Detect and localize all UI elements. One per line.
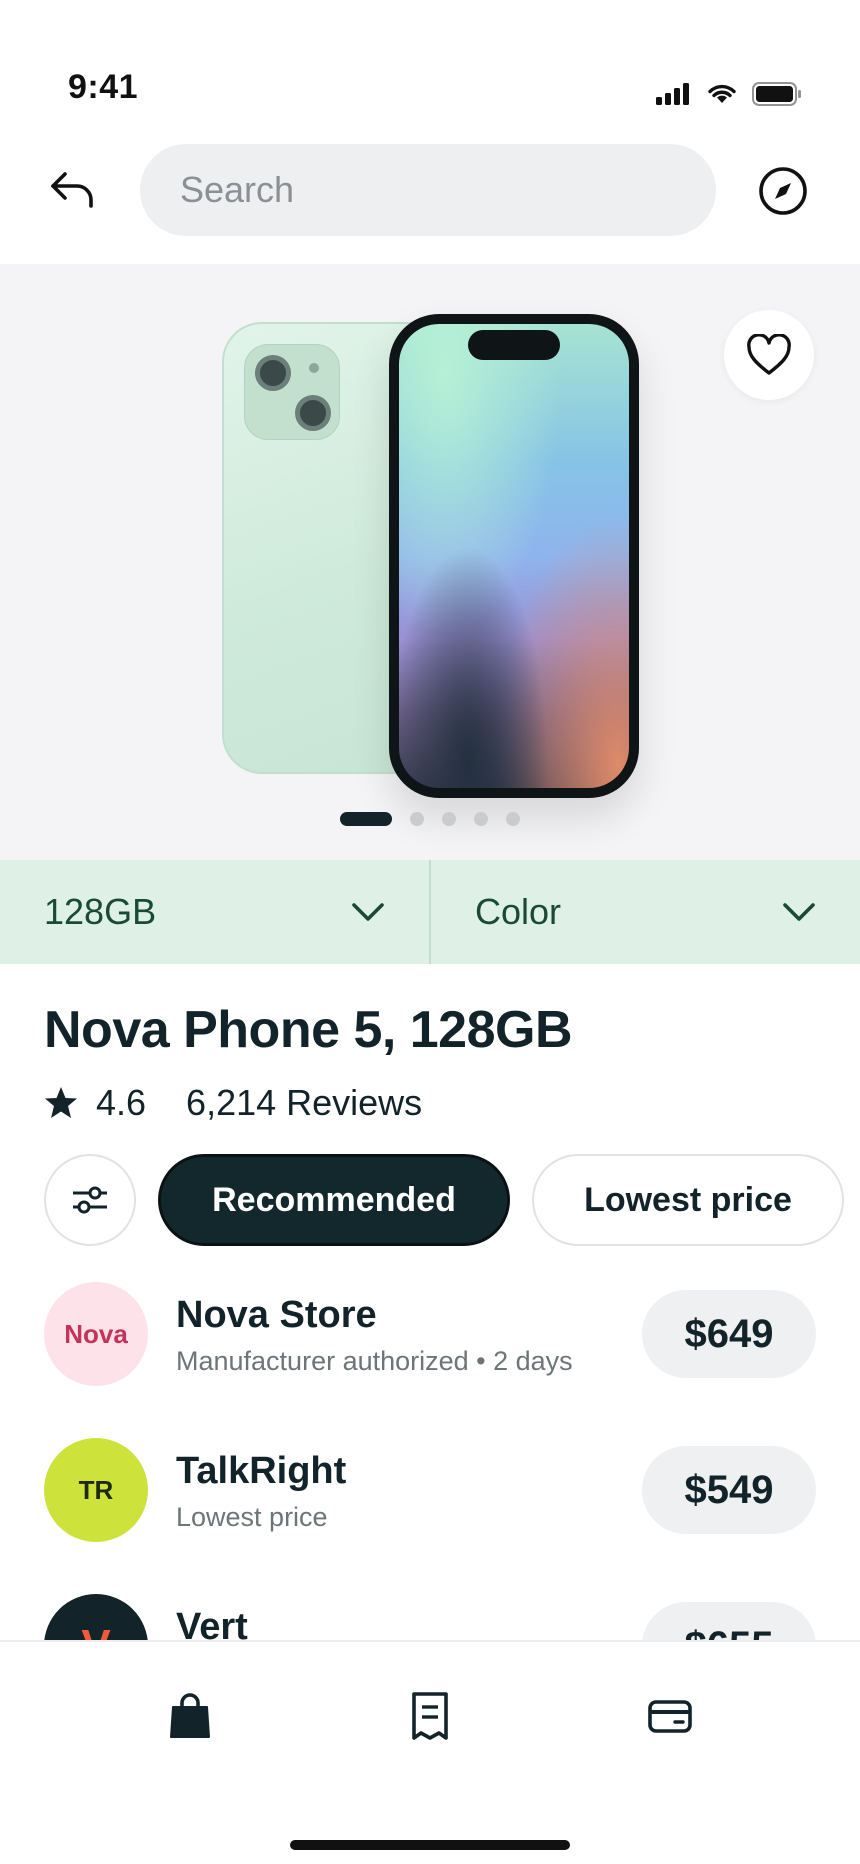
wallet-icon xyxy=(648,1700,692,1733)
receipt-icon xyxy=(412,1692,448,1740)
variant-selectors: 128GB Color xyxy=(0,860,860,964)
shopping-bag-icon xyxy=(170,1693,210,1738)
color-select[interactable]: Color xyxy=(429,860,860,964)
rating-row[interactable]: 4.6 6,214 Reviews xyxy=(44,1082,422,1124)
filter-settings-button[interactable] xyxy=(44,1154,136,1246)
seller-avatar: V xyxy=(44,1594,148,1640)
seller-name: TalkRight xyxy=(176,1450,347,1492)
offer-filters: Recommended Lowest price xyxy=(44,1154,844,1246)
seller-avatar: TR xyxy=(44,1438,148,1542)
back-arrow-icon xyxy=(51,172,93,208)
wifi-icon xyxy=(708,84,736,103)
compass-icon xyxy=(759,167,807,215)
chevron-down-icon xyxy=(352,903,384,921)
seller-price-button[interactable]: $649 xyxy=(642,1290,816,1378)
seller-row[interactable]: TR TalkRight Lowest price $549 xyxy=(0,1436,860,1546)
seller-price-button[interactable]: $549 xyxy=(642,1446,816,1534)
camera-module xyxy=(244,344,340,440)
reviews-count[interactable]: 6,214 Reviews xyxy=(186,1082,422,1124)
battery-icon xyxy=(752,82,801,106)
storage-select-value: 128GB xyxy=(44,891,157,932)
pagination-dot[interactable] xyxy=(442,812,456,826)
favorite-button[interactable] xyxy=(724,310,814,400)
nav-shop[interactable] xyxy=(160,1686,220,1746)
explore-button[interactable] xyxy=(756,164,810,218)
pagination-dot[interactable] xyxy=(410,812,424,826)
phone-screen xyxy=(399,324,629,788)
gallery-pagination xyxy=(340,812,520,826)
pagination-dot[interactable] xyxy=(474,812,488,826)
recommended-chip[interactable]: Recommended xyxy=(158,1154,510,1246)
chevron-down-icon xyxy=(783,903,815,921)
status-bar: 9:41 xyxy=(0,0,860,130)
pagination-dot-active[interactable] xyxy=(340,812,392,826)
status-icons xyxy=(656,82,802,106)
search-input[interactable]: Search xyxy=(140,144,716,236)
sliders-icon xyxy=(73,1186,107,1214)
rating-value: 4.6 xyxy=(96,1082,147,1123)
lowest-price-chip[interactable]: Lowest price xyxy=(532,1154,844,1246)
top-bar: Search xyxy=(0,140,860,240)
cellular-signal-icon xyxy=(656,83,689,105)
search-placeholder: Search xyxy=(180,169,295,210)
seller-subtitle: Lowest price xyxy=(176,1502,328,1532)
product-gallery[interactable] xyxy=(0,264,860,860)
seller-row[interactable]: V Vert $655 xyxy=(0,1592,860,1640)
seller-list: Nova Nova Store Manufacturer authorized … xyxy=(0,1280,860,1640)
status-time: 9:41 xyxy=(68,68,139,106)
home-indicator[interactable] xyxy=(290,1840,570,1850)
storage-select[interactable]: 128GB xyxy=(0,860,429,964)
phone-front-image xyxy=(389,314,639,798)
nav-wallet[interactable] xyxy=(640,1686,700,1746)
seller-price-button[interactable]: $655 xyxy=(642,1602,816,1640)
heart-icon xyxy=(747,334,791,375)
star-icon xyxy=(45,1087,77,1118)
seller-name: Vert xyxy=(176,1606,248,1640)
pagination-dot[interactable] xyxy=(506,812,520,826)
seller-row[interactable]: Nova Nova Store Manufacturer authorized … xyxy=(0,1280,860,1390)
back-button[interactable] xyxy=(44,165,100,215)
nav-orders[interactable] xyxy=(400,1686,460,1746)
seller-avatar: Nova xyxy=(44,1282,148,1386)
color-select-value: Color xyxy=(475,891,562,932)
seller-name: Nova Store xyxy=(176,1294,377,1336)
bottom-nav xyxy=(0,1640,860,1864)
product-title: Nova Phone 5, 128GB xyxy=(44,1001,573,1059)
seller-subtitle: Manufacturer authorized • 2 days xyxy=(176,1346,573,1376)
